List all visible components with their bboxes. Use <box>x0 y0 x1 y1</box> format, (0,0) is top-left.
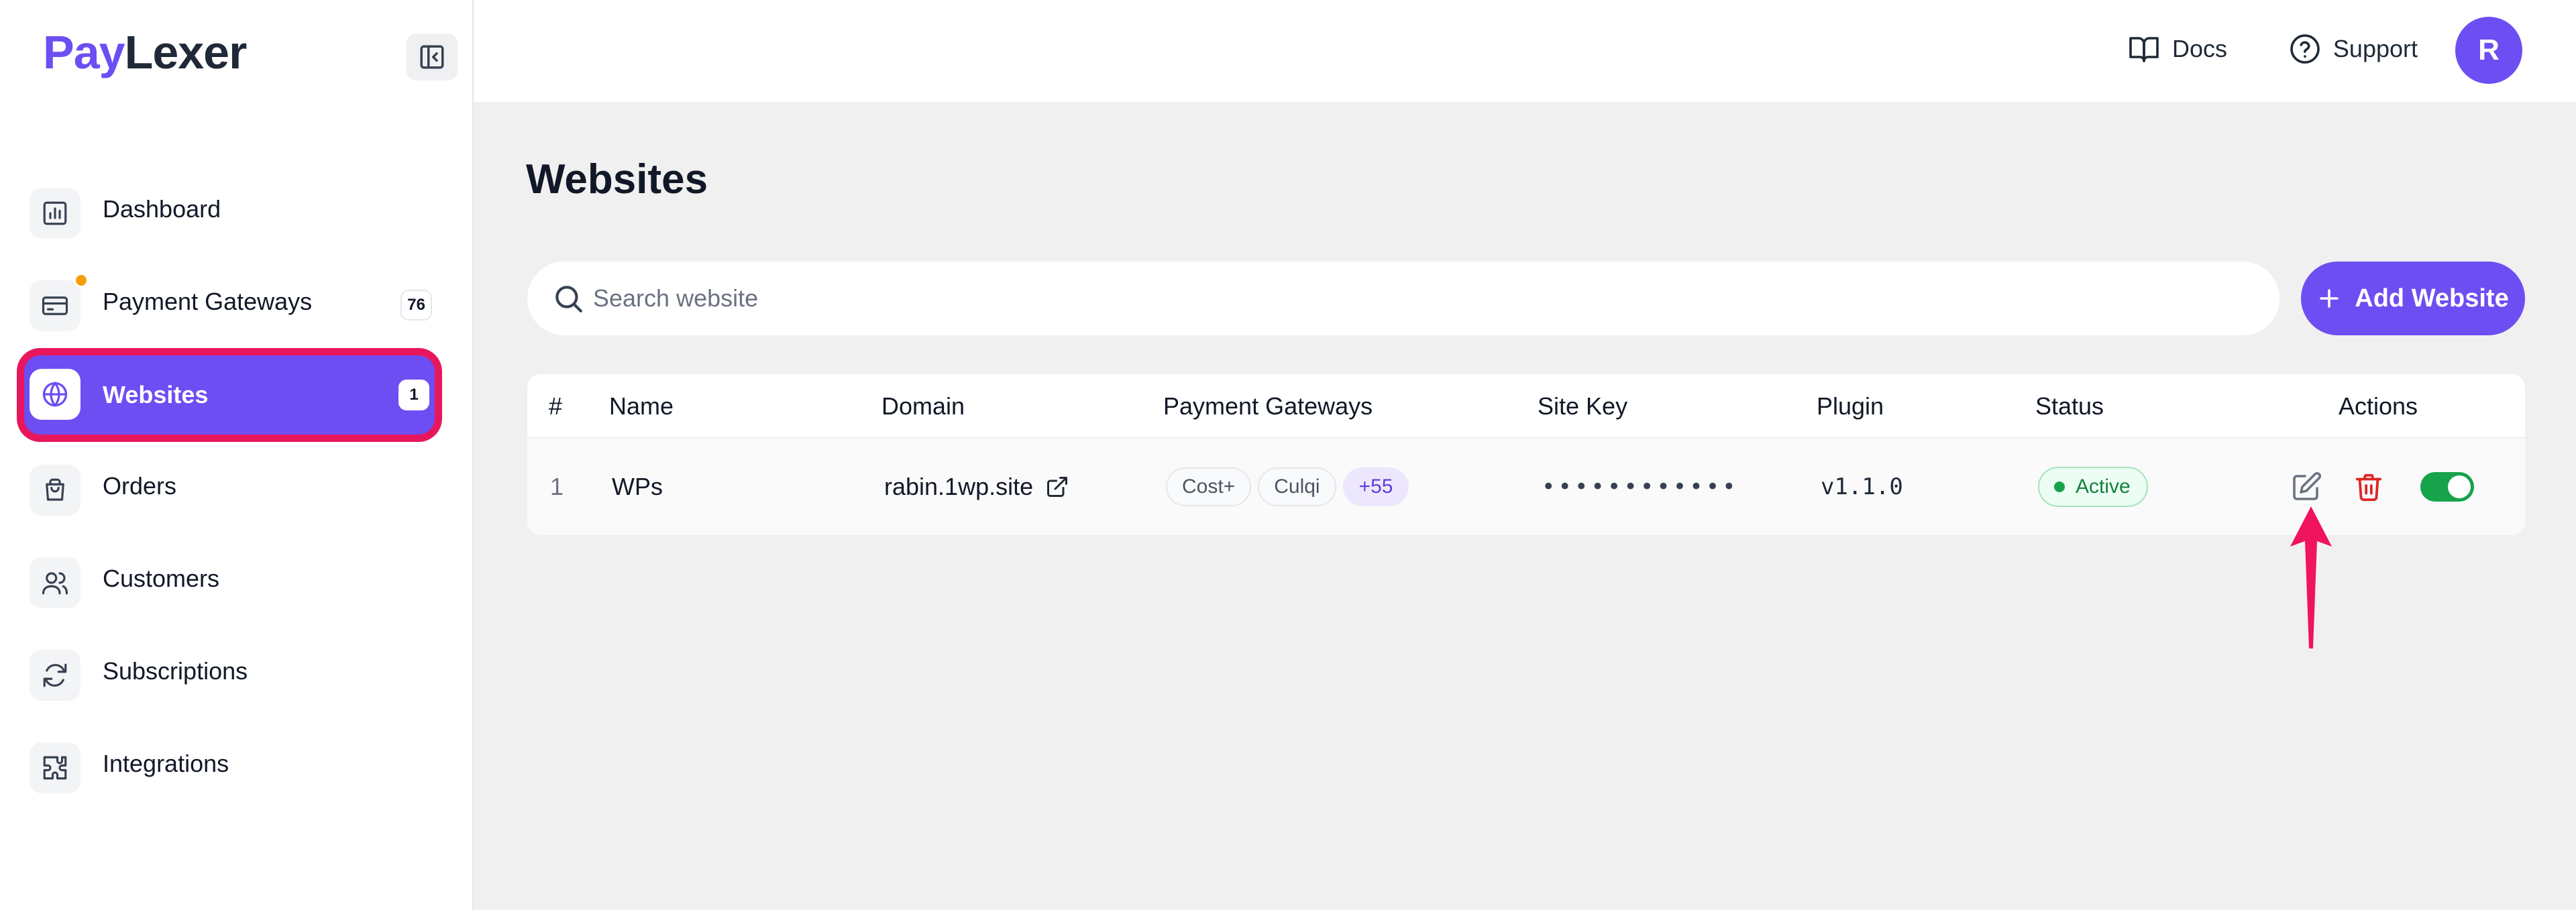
globe-icon <box>30 369 80 420</box>
annotation-arrow-icon <box>2290 506 2332 648</box>
column-header-domain[interactable]: Domain <box>881 374 965 439</box>
page-title: Websites <box>526 156 708 203</box>
column-header-plugin[interactable]: Plugin <box>1817 374 1884 439</box>
sidebar-item-label: Integrations <box>103 750 229 777</box>
add-website-label: Add Website <box>2355 284 2509 312</box>
sidebar-item-orders[interactable]: Orders <box>19 444 441 528</box>
notification-dot <box>74 273 89 288</box>
sidebar: PayLexer Dashboard Payment Gateways 76 W… <box>0 0 474 910</box>
search-bar <box>527 262 2279 335</box>
external-link-icon[interactable] <box>1045 475 1069 499</box>
docs-label: Docs <box>2171 35 2227 62</box>
bar-chart-icon <box>30 188 80 239</box>
trash-icon <box>2355 473 2382 502</box>
count-badge: 76 <box>400 290 432 321</box>
column-header-name[interactable]: Name <box>609 374 674 439</box>
gateway-chip: Cost+ <box>1166 467 1252 506</box>
sidebar-item-dashboard[interactable]: Dashboard <box>19 167 441 251</box>
sidebar-item-label: Customers <box>103 565 220 592</box>
topbar: Docs Support R <box>474 0 2576 102</box>
column-header-status[interactable]: Status <box>2035 374 2104 439</box>
plugin-version: v1.1.0 <box>1821 473 1903 500</box>
edit-icon <box>2293 471 2322 500</box>
delete-button[interactable] <box>2353 439 2384 535</box>
column-header-actions: Actions <box>2339 392 2418 420</box>
support-label: Support <box>2332 35 2418 62</box>
table-row[interactable]: 1 WPs rabin.1wp.site Cost+ Culqi +55 •••… <box>527 439 2525 535</box>
users-icon <box>30 557 80 608</box>
site-key-masked: •••••••••••• <box>1542 473 1739 500</box>
help-circle-icon <box>2290 34 2320 64</box>
collapse-sidebar-button[interactable] <box>407 34 458 80</box>
user-avatar[interactable]: R <box>2455 17 2522 84</box>
sidebar-item-label: Subscriptions <box>103 657 248 685</box>
puzzle-icon <box>30 742 80 793</box>
search-input[interactable] <box>593 262 2203 335</box>
search-icon <box>555 286 582 312</box>
sidebar-item-label: Payment Gateways <box>103 288 313 315</box>
status-badge: Active <box>2038 467 2148 507</box>
book-icon <box>2129 37 2159 62</box>
website-name: WPs <box>612 473 663 500</box>
column-header-index[interactable]: # <box>549 374 562 439</box>
sidebar-item-label: Orders <box>103 472 177 500</box>
support-link[interactable]: Support <box>2289 27 2418 71</box>
sidebar-collapse-icon <box>420 45 444 69</box>
refresh-icon <box>30 650 80 701</box>
docs-link[interactable]: Docs <box>2128 27 2227 71</box>
domain-cell: rabin.1wp.site <box>884 439 1069 535</box>
row-index: 1 <box>550 473 564 500</box>
brand-logo-pay: Pay <box>43 26 125 78</box>
sidebar-item-integrations[interactable]: Integrations <box>19 722 441 806</box>
enable-toggle[interactable] <box>2420 439 2474 535</box>
websites-table: # Name Domain Payment Gateways Site Key … <box>527 374 2525 535</box>
sidebar-item-payment-gateways[interactable]: Payment Gateways 76 <box>19 260 441 344</box>
sidebar-item-label: Websites <box>103 381 209 408</box>
gateway-chip: Culqi <box>1258 467 1336 506</box>
column-header-payment-gateways[interactable]: Payment Gateways <box>1163 374 1373 439</box>
count-badge: 1 <box>398 380 429 410</box>
domain-link[interactable]: rabin.1wp.site <box>884 473 1033 501</box>
add-website-button[interactable]: Add Website <box>2301 262 2525 335</box>
toggle-switch[interactable] <box>2420 472 2474 502</box>
sidebar-item-customers[interactable]: Customers <box>19 536 441 621</box>
sidebar-item-subscriptions[interactable]: Subscriptions <box>19 629 441 714</box>
status-dot <box>2054 481 2065 492</box>
gateways-cell: Cost+ Culqi +55 <box>1166 439 1415 535</box>
brand-logo[interactable]: PayLexer <box>43 25 248 79</box>
brand-logo-lexer: Lexer <box>124 26 248 78</box>
table-header: # Name Domain Payment Gateways Site Key … <box>527 374 2525 439</box>
sidebar-item-websites[interactable]: Websites 1 <box>24 355 435 435</box>
plus-icon <box>2320 289 2339 308</box>
column-header-site-key[interactable]: Site Key <box>1538 374 1627 439</box>
status-label: Active <box>2076 475 2131 498</box>
sidebar-item-label: Dashboard <box>103 195 221 223</box>
status-cell: Active <box>2038 439 2148 535</box>
gateway-more-chip[interactable]: +55 <box>1342 467 1409 506</box>
shopping-bag-icon <box>30 465 80 516</box>
credit-card-icon <box>30 280 80 331</box>
